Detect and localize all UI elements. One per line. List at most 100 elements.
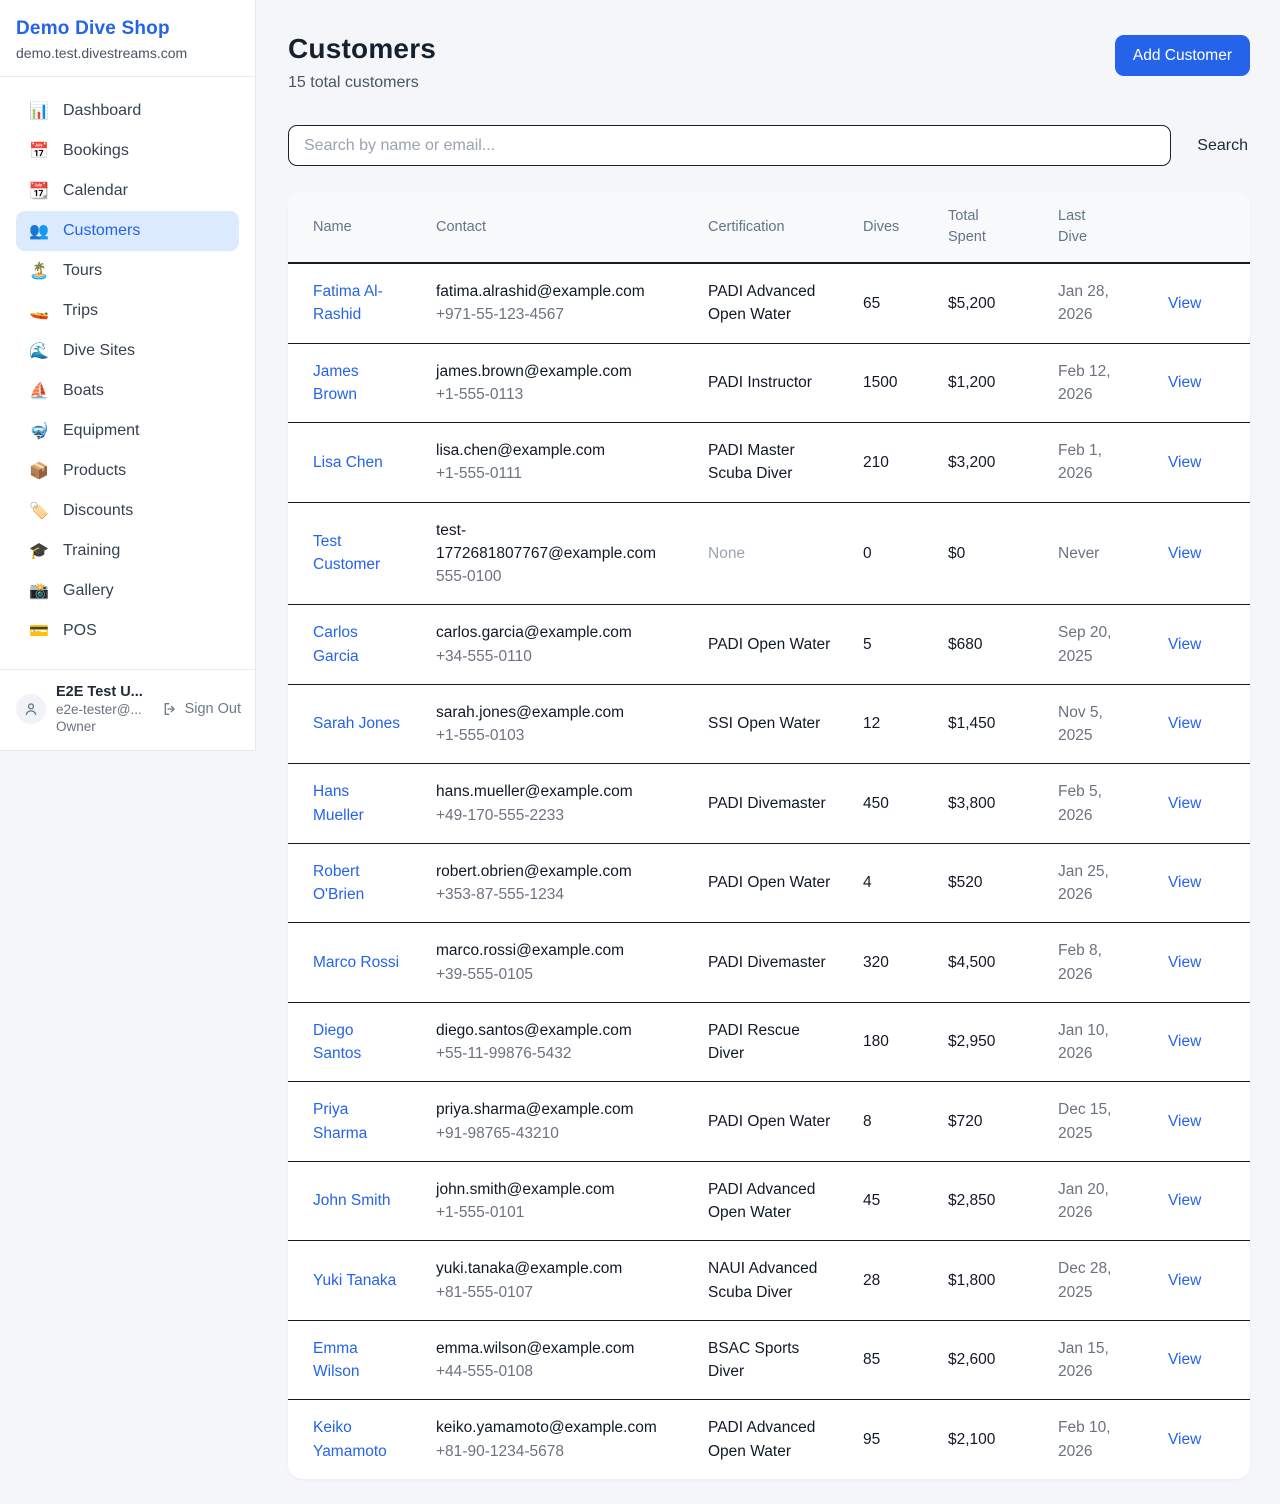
customer-total-spent: $2,850 [932, 1161, 1042, 1241]
customer-dives: 450 [847, 764, 932, 844]
customer-dives: 210 [847, 423, 932, 503]
view-customer-link[interactable]: View [1168, 454, 1201, 471]
view-customer-link[interactable]: View [1168, 374, 1201, 391]
gallery-camera-icon: 📸 [28, 581, 50, 601]
customer-phone: +81-555-0107 [436, 1281, 676, 1304]
table-row: Fatima Al-Rashid fatima.alrashid@example.… [288, 263, 1250, 343]
customer-last-dive: Jan 10, 2026 [1042, 1002, 1152, 1082]
customer-name-link[interactable]: Yuki Tanaka [313, 1269, 396, 1292]
view-customer-link[interactable]: View [1168, 1192, 1201, 1209]
customer-count: 15 total customers [288, 74, 436, 92]
customer-name-link[interactable]: Lisa Chen [313, 451, 383, 474]
dive-sites-wave-icon: 🌊 [28, 341, 50, 361]
table-row: Emma Wilsonemma.wilson@example.com+44-55… [288, 1320, 1250, 1400]
view-customer-link[interactable]: View [1168, 795, 1201, 812]
sidebar-item-label: Gallery [63, 582, 114, 600]
sidebar-item-customers[interactable]: 👥Customers [16, 211, 239, 251]
view-customer-link[interactable]: View [1168, 295, 1201, 312]
customer-total-spent: $2,600 [932, 1320, 1042, 1400]
customer-name-link[interactable]: Test Customer [313, 530, 404, 577]
dashboard-chart-icon: 📊 [28, 101, 50, 121]
customer-last-dive: Jan 20, 2026 [1042, 1161, 1152, 1241]
discounts-tag-icon: 🏷️ [28, 501, 50, 521]
sidebar-item-label: Trips [63, 302, 98, 320]
customer-total-spent: $4,500 [932, 923, 1042, 1003]
customer-total-spent: $0 [932, 502, 1042, 605]
table-row: James Brownjames.brown@example.com+1-555… [288, 343, 1250, 423]
customer-certification: PADI Rescue Diver [692, 1002, 847, 1082]
customer-name-link[interactable]: Robert O'Brien [313, 860, 404, 907]
sidebar-item-equipment[interactable]: 🤿Equipment [16, 411, 239, 451]
add-customer-button[interactable]: Add Customer [1115, 35, 1250, 76]
sidebar-item-discounts[interactable]: 🏷️Discounts [16, 491, 239, 531]
customer-dives: 5 [847, 605, 932, 685]
view-customer-link[interactable]: View [1168, 954, 1201, 971]
customer-name-link[interactable]: Priya Sharma [313, 1098, 404, 1145]
customer-name-link[interactable]: James Brown [313, 360, 404, 407]
sidebar-item-dashboard[interactable]: 📊 Dashboard [16, 91, 239, 131]
customer-total-spent: $2,950 [932, 1002, 1042, 1082]
customer-certification: None [692, 502, 847, 605]
customer-name-link[interactable]: Marco Rossi [313, 951, 399, 974]
customer-name-link[interactable]: Sarah Jones [313, 712, 400, 735]
customer-phone: +39-555-0105 [436, 963, 676, 986]
view-customer-link[interactable]: View [1168, 1351, 1201, 1368]
customer-dives: 320 [847, 923, 932, 1003]
sidebar-item-label: Dashboard [63, 102, 141, 120]
view-customer-link[interactable]: View [1168, 1113, 1201, 1130]
table-row: Priya Sharma priya.sharma@example.com+91-… [288, 1082, 1250, 1162]
app-root: Demo Dive Shop demo.test.divestreams.com… [0, 0, 1280, 1504]
sidebar-item-boats[interactable]: ⛵Boats [16, 371, 239, 411]
search-button[interactable]: Search [1195, 133, 1250, 159]
sidebar-item-label: Products [63, 462, 126, 480]
view-customer-link[interactable]: View [1168, 715, 1201, 732]
sidebar-item-tours[interactable]: 🏝️ Tours [16, 251, 239, 291]
customer-phone: +91-98765-43210 [436, 1122, 676, 1145]
customer-name-link[interactable]: John Smith [313, 1189, 391, 1212]
customer-email: fatima.alrashid@example.com [436, 280, 676, 303]
customer-name-link[interactable]: Diego Santos [313, 1019, 404, 1066]
sidebar-item-gallery[interactable]: 📸 Gallery [16, 571, 239, 611]
customer-name-link[interactable]: Emma Wilson [313, 1337, 404, 1384]
customer-name-link[interactable]: Fatima Al-Rashid [313, 280, 404, 327]
customer-last-dive: Never [1042, 502, 1152, 605]
view-customer-link[interactable]: View [1168, 874, 1201, 891]
view-customer-link[interactable]: View [1168, 636, 1201, 653]
customer-email: priya.sharma@example.com [436, 1098, 676, 1121]
table-row: Sarah Jonessarah.jones@example.com+1-555… [288, 684, 1250, 764]
sidebar-item-label: POS [63, 622, 97, 640]
customer-certification: PADI Open Water [692, 605, 847, 685]
column-header-certification: Certification [692, 192, 847, 263]
brand-header: Demo Dive Shop demo.test.divestreams.com [0, 0, 255, 77]
view-customer-link[interactable]: View [1168, 1033, 1201, 1050]
sidebar-item-pos[interactable]: 💳POS [16, 611, 239, 651]
sidebar-item-trips[interactable]: 🚤Trips [16, 291, 239, 331]
column-header-actions [1152, 192, 1250, 263]
customer-name-link[interactable]: Carlos Garcia [313, 621, 404, 668]
customer-email: carlos.garcia@example.com [436, 621, 676, 644]
sidebar-item-training[interactable]: 🎓Training [16, 531, 239, 571]
search-input[interactable] [288, 125, 1171, 166]
tours-island-icon: 🏝️ [28, 261, 50, 281]
sidebar-item-bookings[interactable]: 📅Bookings [16, 131, 239, 171]
customer-email: sarah.jones@example.com [436, 701, 676, 724]
sidebar-item-label: Tours [63, 262, 102, 280]
customer-name-link[interactable]: Keiko Yamamoto [313, 1416, 404, 1463]
column-header-last-dive: Last Dive [1042, 192, 1152, 263]
shop-domain: demo.test.divestreams.com [16, 45, 239, 61]
customer-certification: NAUI Advanced Scuba Diver [692, 1241, 847, 1321]
page-title: Customers [288, 33, 436, 65]
sidebar-item-calendar[interactable]: 📆Calendar [16, 171, 239, 211]
sign-out-button[interactable]: Sign Out [162, 701, 241, 717]
view-customer-link[interactable]: View [1168, 545, 1201, 562]
view-customer-link[interactable]: View [1168, 1431, 1201, 1448]
view-customer-link[interactable]: View [1168, 1272, 1201, 1289]
customer-dives: 8 [847, 1082, 932, 1162]
customer-name-link[interactable]: Hans Mueller [313, 780, 404, 827]
customer-phone: +34-555-0110 [436, 645, 676, 668]
customer-last-dive: Feb 10, 2026 [1042, 1400, 1152, 1479]
sidebar-item-products[interactable]: 📦Products [16, 451, 239, 491]
shop-name: Demo Dive Shop [16, 18, 239, 40]
customer-certification: PADI Advanced Open Water [692, 1400, 847, 1479]
sidebar-item-dive-sites[interactable]: 🌊Dive Sites [16, 331, 239, 371]
